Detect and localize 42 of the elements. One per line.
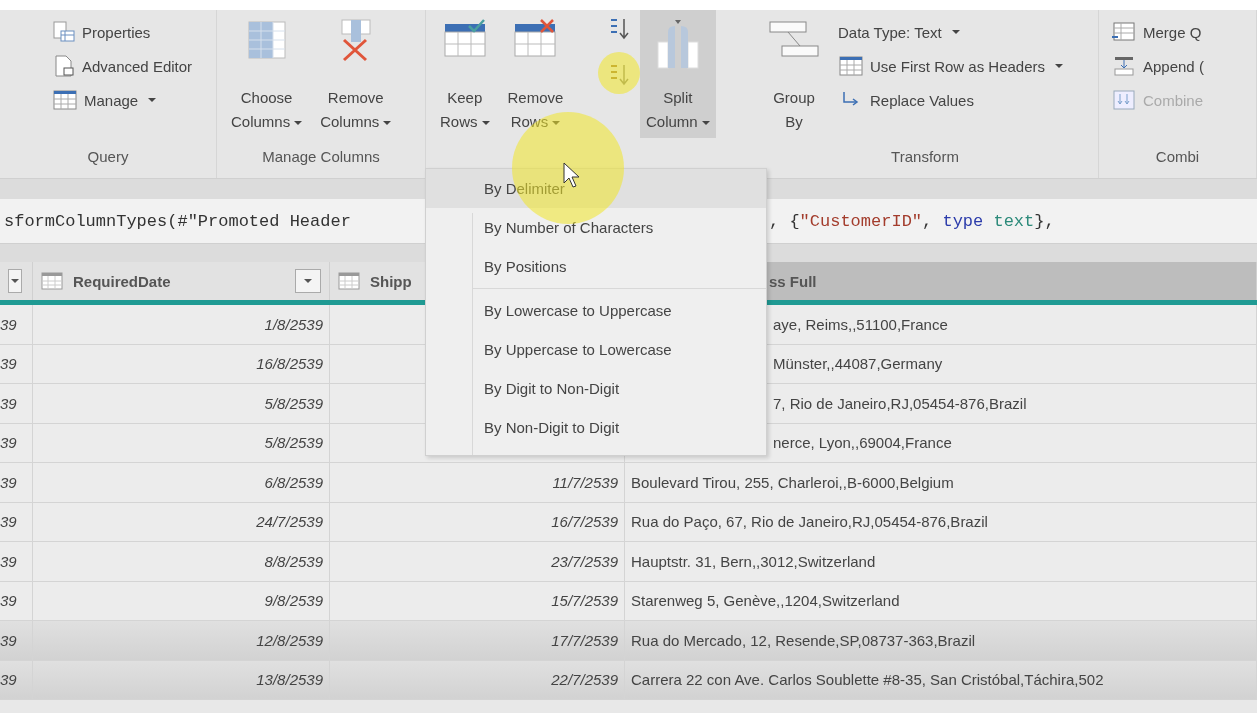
formula-text: , {"CustomerID", type text},: [769, 211, 1056, 231]
table-cell: 39: [0, 621, 33, 660]
table-cell: 24/7/2539: [33, 502, 330, 541]
table-cell: Starenweg 5, Genève,,1204,Switzerland: [631, 592, 900, 610]
table-cell: aye, Reims,,51100,France: [773, 315, 948, 333]
table-cell: Hauptstr. 31, Bern,,3012,Switzerland: [631, 552, 876, 570]
table-cell: 39: [0, 542, 33, 581]
table-cell: 39: [0, 305, 33, 344]
table-cell: 39: [0, 423, 33, 462]
table-cell: 23/7/2539: [551, 552, 618, 570]
table-cell: 17/7/2539: [551, 631, 618, 649]
table-cell: 1/8/2539: [33, 305, 330, 344]
table-cell: 39: [0, 502, 33, 541]
table-cell: 39: [0, 344, 33, 383]
table-cell: 22/7/2539: [551, 671, 618, 689]
table-cell: 39: [0, 463, 33, 502]
table-cell: 12/8/2539: [33, 621, 330, 660]
table-cell: Carrera 22 con Ave. Carlos Soublette #8-35, San Cristóbal,Táchira,502: [631, 671, 1104, 689]
group-label: Manage Columns: [261, 147, 381, 167]
table-cell: nerce, Lyon,,69004,France: [773, 434, 952, 452]
table-cell: 8/8/2539: [33, 542, 330, 581]
table-cell: 39: [0, 384, 33, 423]
table-cell: 6/8/2539: [33, 463, 330, 502]
table-cell: 11/7/2539: [552, 473, 618, 491]
group-label: Query: [86, 147, 130, 167]
table-cell: 16/7/2539: [551, 513, 618, 531]
table-cell: Münster,,44087,Germany: [773, 355, 943, 373]
table-cell: 39: [0, 660, 33, 699]
group-label: Combi: [1154, 147, 1201, 167]
table-cell: Rua do Paço, 67, Rio de Janeiro,RJ,05454-876,Brazil: [631, 513, 988, 531]
table-cell: 13/8/2539: [33, 660, 330, 699]
table-cell: Rua do Mercado, 12, Resende,SP,08737-363,Brazil: [631, 631, 976, 649]
table-cell: 15/7/2539: [551, 592, 618, 610]
table-cell: 5/8/2539: [33, 423, 330, 462]
table-cell: 5/8/2539: [33, 384, 330, 423]
group-label: Transform: [890, 147, 960, 167]
table-cell: Boulevard Tirou, 255, Charleroi,,B-6000,Belgium: [631, 473, 954, 491]
table-cell: 16/8/2539: [33, 344, 330, 383]
table-cell: 39: [0, 581, 33, 620]
table-cell: 7, Rio de Janeiro,RJ,05454-876,Brazil: [773, 394, 1027, 412]
formula-text: sformColumnTypes(#"Promoted Header: [3, 211, 351, 231]
table-cell: 9/8/2539: [33, 581, 330, 620]
